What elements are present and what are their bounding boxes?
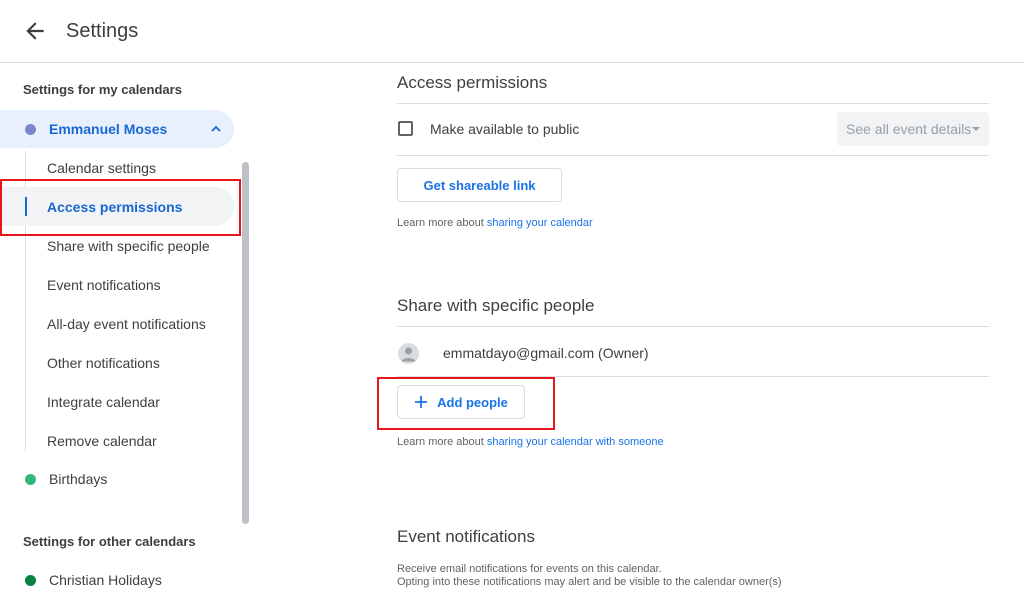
learn-more-prefix: Learn more about xyxy=(397,217,487,229)
my-calendars-heading: Settings for my calendars xyxy=(23,82,182,97)
sidebar-item-label: Calendar settings xyxy=(47,159,156,176)
app-header: Settings xyxy=(0,0,1024,63)
sidebar-item-label: Other notifications xyxy=(47,354,160,371)
learn-more-prefix: Learn more about xyxy=(397,436,487,448)
sidebar-item-other-notifications[interactable]: Other notifications xyxy=(0,343,234,382)
shared-person-row: emmatdayo@gmail.com (Owner) xyxy=(397,339,989,375)
make-public-checkbox[interactable] xyxy=(398,121,413,136)
learn-more-sharing: Learn more about sharing your calendar xyxy=(397,217,593,229)
sidebar-item-label: Integrate calendar xyxy=(47,393,160,410)
divider xyxy=(397,326,989,327)
sidebar-item-label: Event notifications xyxy=(47,276,161,293)
sidebar-scrollbar[interactable] xyxy=(242,162,249,524)
sharing-with-someone-link[interactable]: sharing your calendar with someone xyxy=(487,436,664,448)
settings-main: Access permissions Make available to pub… xyxy=(397,63,989,589)
event-notifications-heading: Event notifications xyxy=(397,527,535,546)
calendar-color-dot xyxy=(25,123,36,135)
other-calendars-heading: Settings for other calendars xyxy=(23,534,196,549)
get-shareable-link-button[interactable]: Get shareable link xyxy=(397,168,562,202)
sidebar-item-event-notifications[interactable]: Event notifications xyxy=(0,265,234,304)
person-icon xyxy=(401,347,416,362)
sidebar-calendar-christian-holidays[interactable]: Christian Holidays xyxy=(0,561,234,589)
notifications-description-2: Opting into these notifications may aler… xyxy=(397,576,782,588)
sidebar-item-remove-calendar[interactable]: Remove calendar xyxy=(0,421,234,460)
arrow-back-icon xyxy=(26,22,44,40)
add-people-label: Add people xyxy=(437,394,508,410)
chevron-up-icon xyxy=(211,125,221,132)
plus-icon xyxy=(415,396,428,408)
sharing-calendar-link[interactable]: sharing your calendar xyxy=(487,217,593,229)
sidebar-item-label: Remove calendar xyxy=(47,432,157,449)
notifications-description-1: Receive email notifications for events o… xyxy=(397,563,662,575)
divider xyxy=(397,103,989,104)
divider xyxy=(397,155,989,156)
divider xyxy=(397,376,989,377)
make-public-label: Make available to public xyxy=(430,121,580,137)
page-title: Settings xyxy=(66,20,139,42)
sidebar-item-label: Share with specific people xyxy=(47,237,210,254)
sidebar-calendar-emmanuel-moses[interactable]: Emmanuel Moses xyxy=(0,110,234,148)
settings-sidebar: Settings for my calendars Emmanuel Moses… xyxy=(0,63,250,589)
calendar-name: Christian Holidays xyxy=(49,572,162,588)
sidebar-item-integrate-calendar[interactable]: Integrate calendar xyxy=(0,382,234,421)
sidebar-calendar-birthdays[interactable]: Birthdays xyxy=(0,460,234,498)
highlight-access-permissions xyxy=(0,179,241,236)
avatar xyxy=(398,343,419,364)
owner-email: emmatdayo@gmail.com (Owner) xyxy=(443,345,649,361)
add-people-button[interactable]: Add people xyxy=(397,385,525,419)
calendar-color-dot xyxy=(25,574,36,586)
share-specific-heading: Share with specific people xyxy=(397,296,595,315)
access-permissions-heading: Access permissions xyxy=(397,73,548,92)
select-value: See all event details xyxy=(846,121,972,137)
sidebar-item-all-day-event-notifications[interactable]: All-day event notifications xyxy=(0,304,234,343)
learn-more-sharing-someone: Learn more about sharing your calendar w… xyxy=(397,436,664,448)
public-access-select[interactable]: See all event details xyxy=(837,112,989,146)
calendar-name: Emmanuel Moses xyxy=(49,121,168,137)
calendar-name: Birthdays xyxy=(49,471,108,487)
caret-down-icon xyxy=(972,127,980,131)
sidebar-item-label: All-day event notifications xyxy=(47,315,206,332)
calendar-color-dot xyxy=(25,473,36,485)
back-button[interactable] xyxy=(22,18,48,44)
